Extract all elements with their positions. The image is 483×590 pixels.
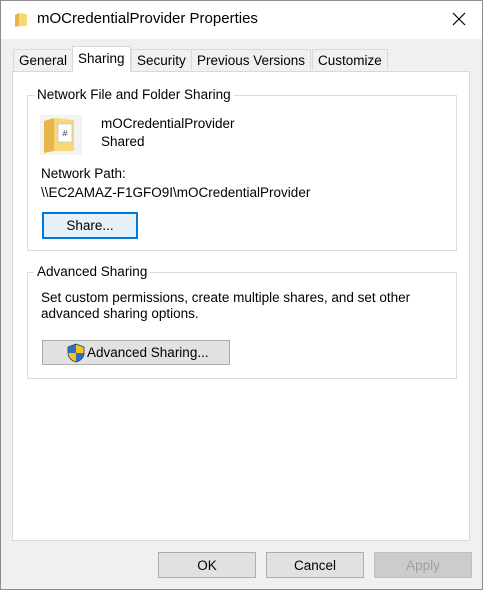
sharing-status: Shared bbox=[101, 134, 145, 149]
network-sharing-group: Network File and Folder Sharing # mOCred… bbox=[27, 87, 457, 251]
share-button[interactable]: Share... bbox=[42, 212, 138, 239]
network-sharing-group-title: Network File and Folder Sharing bbox=[34, 87, 234, 102]
properties-dialog: mOCredentialProvider Properties General … bbox=[0, 0, 483, 590]
advanced-sharing-description-line2: advanced sharing options. bbox=[41, 306, 199, 321]
advanced-sharing-group: Advanced Sharing Set custom permissions,… bbox=[27, 264, 457, 379]
tab-security[interactable]: Security bbox=[131, 49, 192, 70]
ok-button[interactable]: OK bbox=[158, 552, 256, 578]
network-path-value: \\EC2AMAZ-F1GFO9I\mOCredentialProvider bbox=[41, 185, 311, 200]
tab-general[interactable]: General bbox=[13, 49, 74, 70]
tab-previous-versions[interactable]: Previous Versions bbox=[191, 49, 312, 70]
title-bar[interactable]: mOCredentialProvider Properties bbox=[1, 1, 482, 39]
uac-shield-icon bbox=[67, 343, 85, 363]
advanced-sharing-description-line1: Set custom permissions, create multiple … bbox=[41, 290, 411, 305]
close-button[interactable] bbox=[436, 1, 482, 39]
window-title: mOCredentialProvider Properties bbox=[37, 10, 258, 27]
advanced-sharing-button[interactable]: Advanced Sharing... bbox=[42, 340, 230, 365]
advanced-sharing-button-label: Advanced Sharing... bbox=[87, 345, 209, 360]
folder-name: mOCredentialProvider bbox=[101, 116, 235, 131]
shared-folder-icon: # bbox=[40, 115, 82, 155]
network-path-label: Network Path: bbox=[41, 166, 126, 181]
tab-customize[interactable]: Customize bbox=[312, 49, 388, 70]
cancel-button[interactable]: Cancel bbox=[266, 552, 364, 578]
tab-sharing[interactable]: Sharing bbox=[72, 46, 131, 72]
sharing-tab-panel: Network File and Folder Sharing # mOCred… bbox=[12, 71, 470, 541]
apply-button[interactable]: Apply bbox=[374, 552, 472, 578]
svg-text:#: # bbox=[62, 129, 69, 138]
close-icon bbox=[452, 12, 466, 29]
folder-icon bbox=[14, 12, 28, 28]
advanced-sharing-group-title: Advanced Sharing bbox=[34, 264, 151, 279]
